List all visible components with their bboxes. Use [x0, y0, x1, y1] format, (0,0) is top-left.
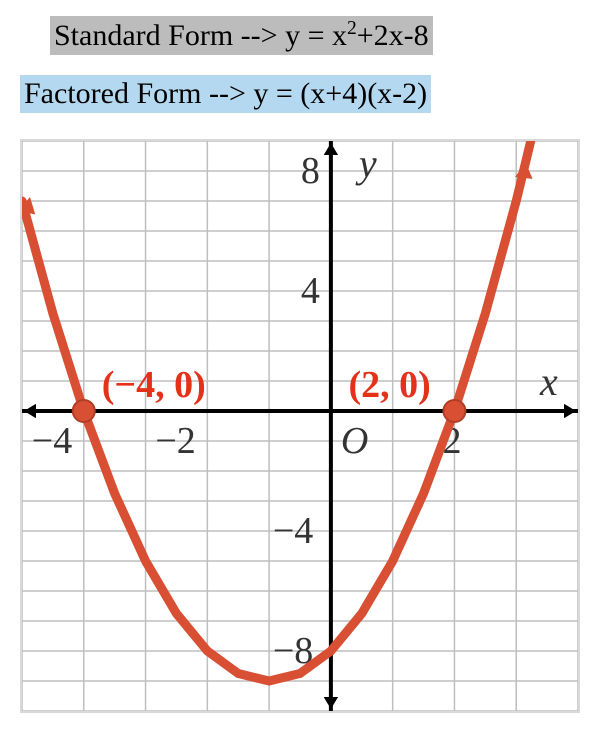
graph-container: −4−22−8−448Oyx(−4, 0)(2, 0): [20, 139, 580, 713]
root-point: [73, 400, 95, 422]
y-axis-label: y: [355, 141, 377, 186]
x-tick-label: −4: [32, 420, 72, 462]
root-label: (2, 0): [348, 364, 430, 406]
x-tick-label: −2: [155, 420, 195, 462]
parabola-graph: −4−22−8−448Oyx(−4, 0)(2, 0): [22, 141, 578, 711]
axis-arrow: [24, 404, 36, 418]
axis-arrow: [324, 697, 338, 709]
y-tick-label: −4: [273, 510, 313, 552]
factored-form-expr: y = (x+4)(x-2): [253, 77, 427, 110]
standard-form-expr: y = x2+2x-8: [285, 19, 429, 52]
y-tick-label: 8: [301, 150, 320, 192]
standard-form-label: Standard Form -->: [54, 19, 278, 52]
x-axis-label: x: [539, 359, 558, 404]
axis-arrow: [564, 404, 576, 418]
root-point: [443, 400, 465, 422]
standard-form-equation: Standard Form --> y = x2+2x-8: [50, 16, 433, 55]
factored-form-label: Factored Form -->: [24, 77, 246, 110]
axis-arrow: [324, 143, 338, 155]
y-tick-label: 4: [301, 270, 320, 312]
origin-label: O: [341, 420, 368, 462]
factored-form-equation: Factored Form --> y = (x+4)(x-2): [20, 75, 431, 113]
root-label: (−4, 0): [102, 364, 206, 406]
